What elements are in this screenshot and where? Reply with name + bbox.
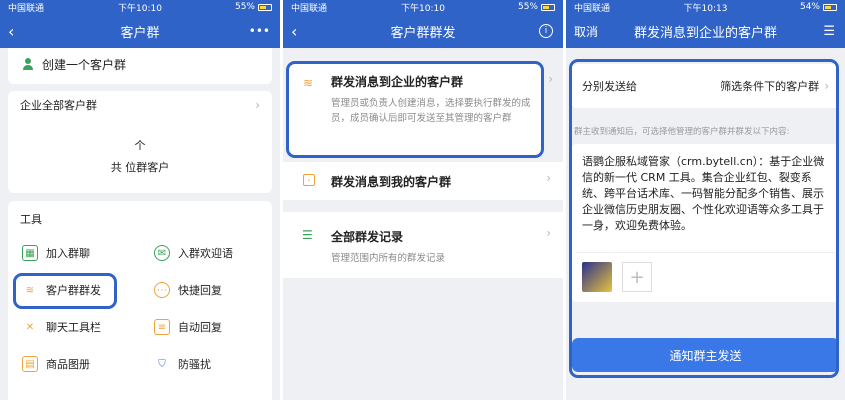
tool-group-broadcast[interactable]: ≋ 客户群群发 xyxy=(22,282,101,298)
screenshot-root: 中国联通 下午10:10 55% ‹ 客户群 ••• 创建一个客户群 企业全部客… xyxy=(0,0,845,400)
phone-customer-groups: 中国联通 下午10:10 55% ‹ 客户群 ••• 创建一个客户群 企业全部客… xyxy=(0,0,280,400)
tool-anti-spam[interactable]: ⛉ 防骚扰 xyxy=(154,356,211,372)
broadcast-to-enterprise-groups[interactable]: ≋ 群发消息到企业的客户群 管理员或负责人创建消息，选择要执行群发的成员，成员确… xyxy=(289,64,553,156)
page-title: 客户群群发 xyxy=(390,25,456,41)
status-bar: 中国联通 下午10:10 55% xyxy=(0,0,280,14)
create-group-card[interactable]: 创建一个客户群 xyxy=(8,48,272,84)
message-icon: ≡ xyxy=(154,319,170,335)
send-to-label: 分别发送给 xyxy=(582,80,637,93)
phone-group-broadcast: 中国联通 下午10:10 55% ‹ 客户群群发 i ≋ 群发消息到企业的客户群… xyxy=(283,0,563,400)
tool-label: 加入群聊 xyxy=(46,247,90,260)
clock: 下午10:13 xyxy=(683,3,728,14)
group-count: 个 xyxy=(134,139,146,152)
divider xyxy=(576,252,835,253)
album-icon: ▤ xyxy=(22,356,38,372)
tool-join-group[interactable]: ▦ 加入群聊 xyxy=(22,245,90,261)
battery-icon xyxy=(541,3,555,11)
nav-bar: 取消 群发消息到企业的客户群 ☰ xyxy=(566,14,845,48)
item-title: 群发消息到我的客户群 xyxy=(331,175,452,189)
tool-quick-reply[interactable]: ⋯ 快捷回复 xyxy=(154,282,222,298)
tools-card: 工具 ▦ 加入群聊 ✉ 入群欢迎语 ≋ 客户群群发 ⋯ 快捷回复 ✕ 聊天工具栏 xyxy=(8,201,272,400)
page-title: 客户群 xyxy=(120,25,160,41)
tool-label: 防骚扰 xyxy=(178,358,211,371)
nav-bar: ‹ 客户群群发 i xyxy=(283,14,563,48)
item-title: 群发消息到企业的客户群 xyxy=(331,75,464,89)
rss-icon: ≋ xyxy=(303,76,314,90)
status-bar: 中国联通 下午10:13 54% xyxy=(566,0,845,14)
tool-label: 聊天工具栏 xyxy=(46,321,101,334)
tool-label: 客户群群发 xyxy=(46,284,101,297)
tool-welcome-message[interactable]: ✉ 入群欢迎语 xyxy=(154,245,233,261)
chevron-right-icon: › xyxy=(546,226,551,240)
all-broadcast-records[interactable]: ☰ 全部群发记录 管理范围内所有的群发记录 › xyxy=(283,212,563,278)
attachment-thumbnail[interactable] xyxy=(582,262,612,292)
item-description: 管理员或负责人创建消息，选择要执行群发的成员，成员确认后即可发送至其管理的客户群 xyxy=(331,98,531,124)
shield-icon: ⛉ xyxy=(158,358,166,370)
notify-owner-send-button[interactable]: 通知群主发送 xyxy=(572,338,839,372)
all-groups-title: 企业全部客户群 xyxy=(20,99,97,112)
tools-icon: ✕ xyxy=(25,321,35,333)
clock: 下午10:10 xyxy=(118,3,162,14)
phone-enterprise-broadcast-form: 中国联通 下午10:13 54% 取消 群发消息到企业的客户群 ☰ 分别发送给 … xyxy=(566,0,845,400)
nav-bar: ‹ 客户群 ••• xyxy=(0,14,280,48)
chevron-right-icon: › xyxy=(548,72,553,86)
chevron-right-icon: › xyxy=(255,98,260,112)
tools-title: 工具 xyxy=(20,213,42,226)
page-title: 群发消息到企业的客户群 xyxy=(633,25,777,41)
info-icon[interactable]: i xyxy=(539,24,553,38)
list-icon: ☰ xyxy=(302,228,313,242)
send-to-value: 筛选条件下的客户群 xyxy=(720,80,820,93)
item-description: 管理范围内所有的群发记录 xyxy=(331,253,446,264)
item-title: 全部群发记录 xyxy=(331,230,404,244)
add-attachment-button[interactable]: + xyxy=(622,262,652,292)
chat-bubble-icon: · xyxy=(303,174,315,187)
group-customer-count: 共 位群客户 xyxy=(110,161,170,174)
add-user-icon xyxy=(22,57,36,71)
tool-label: 快捷回复 xyxy=(178,284,222,297)
battery-icon xyxy=(823,3,837,11)
hint-text: 群主收到通知后，可选择他管理的客户群并群发以下内容: xyxy=(574,127,790,137)
create-group-label: 创建一个客户群 xyxy=(42,57,127,72)
tool-label: 入群欢迎语 xyxy=(178,247,233,260)
tool-label: 商品图册 xyxy=(46,358,90,371)
tool-label: 自动回复 xyxy=(178,321,222,334)
menu-icon[interactable]: ☰ xyxy=(823,24,835,39)
rss-icon: ≋ xyxy=(25,284,35,296)
wechat-icon: ✉ xyxy=(154,245,170,261)
chat-bubble-icon: ⋯ xyxy=(154,282,170,298)
broadcast-to-my-groups[interactable]: · 群发消息到我的客户群 › xyxy=(283,162,563,200)
tool-auto-reply[interactable]: ≡ 自动回复 xyxy=(154,319,222,335)
chevron-right-icon: › xyxy=(824,79,829,93)
chevron-right-icon: › xyxy=(546,171,551,185)
tool-product-album[interactable]: ▤ 商品图册 xyxy=(22,356,90,372)
cancel-button[interactable]: 取消 xyxy=(574,23,598,40)
message-editor[interactable]: 语鹦企服私域管家（crm.bytell.cn）：基于企业微信的新一代 CRM 工… xyxy=(572,144,839,302)
more-icon[interactable]: ••• xyxy=(249,24,270,38)
tool-chat-toolbar[interactable]: ✕ 聊天工具栏 xyxy=(22,319,101,335)
status-bar: 中国联通 下午10:10 55% xyxy=(283,0,563,14)
all-groups-card[interactable]: 企业全部客户群 › 个 共 位群客户 xyxy=(8,91,272,193)
send-to-row[interactable]: 分别发送给 筛选条件下的客户群 › xyxy=(572,64,839,108)
message-text[interactable]: 语鹦企服私域管家（crm.bytell.cn）：基于企业微信的新一代 CRM 工… xyxy=(582,154,825,234)
clock: 下午10:10 xyxy=(401,3,445,14)
battery-icon xyxy=(258,3,272,11)
qr-code-icon: ▦ xyxy=(22,245,38,261)
